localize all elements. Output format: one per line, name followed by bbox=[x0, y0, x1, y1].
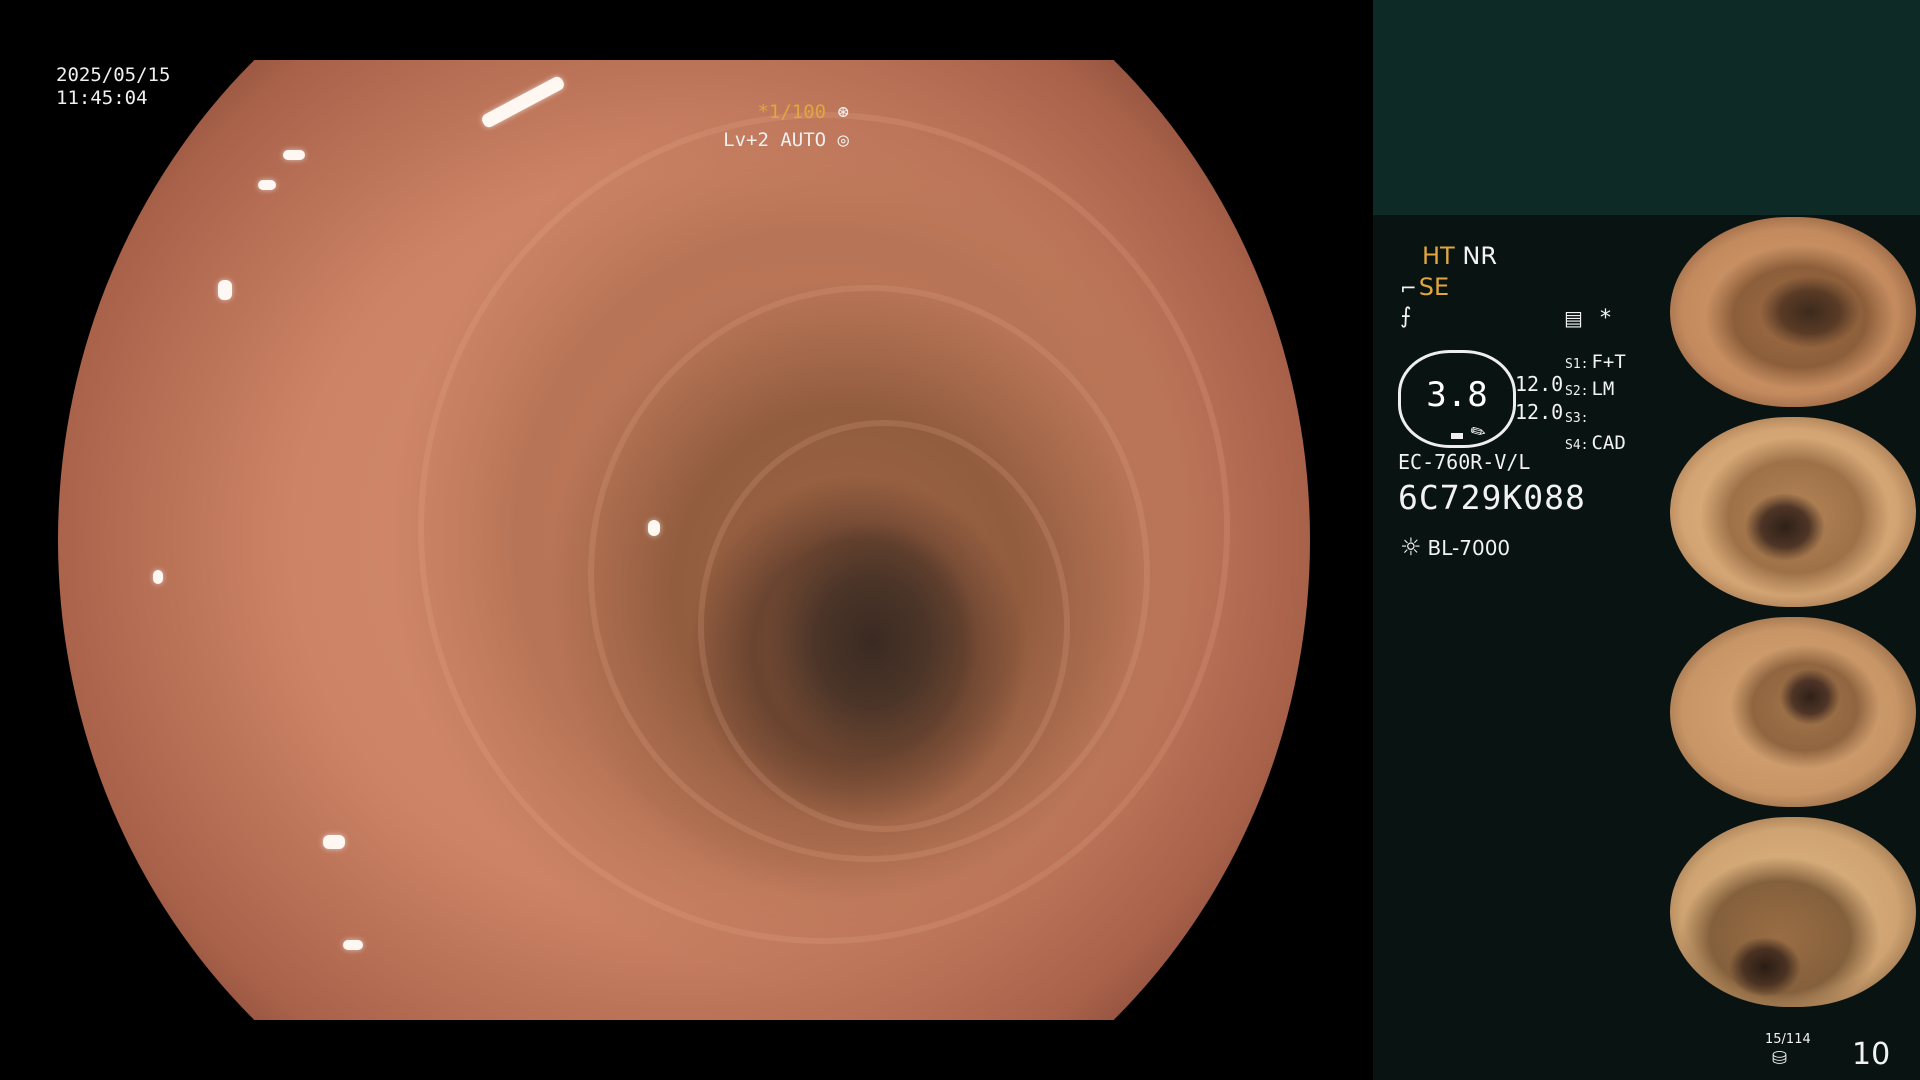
light-reflection bbox=[283, 150, 305, 160]
gauge-value: 3.8 bbox=[1426, 375, 1488, 415]
freeze-icon: ⨍ bbox=[1400, 304, 1412, 329]
light-reflection bbox=[479, 74, 567, 130]
thumbnail-image bbox=[1670, 817, 1916, 1007]
database-icon: ⛁ bbox=[1772, 1048, 1788, 1069]
thumbnail-4[interactable] bbox=[1670, 817, 1916, 1007]
light-reflection bbox=[153, 570, 163, 584]
s2-key: S2: bbox=[1565, 384, 1589, 399]
thumbnail-image bbox=[1670, 417, 1916, 607]
scope-serial: 6C729K088 bbox=[1398, 478, 1586, 517]
thumbnail-image bbox=[1670, 617, 1916, 807]
switch-settings: S1: F+T S2: LM S3: S4: CAD bbox=[1565, 350, 1626, 458]
s2-value: LM bbox=[1591, 378, 1615, 400]
thumbnail-2[interactable] bbox=[1670, 417, 1916, 607]
enhancement-status: HT NR bbox=[1422, 242, 1497, 270]
aperture-icon: ⊛ bbox=[837, 101, 849, 123]
s1-key: S1: bbox=[1565, 357, 1589, 372]
lamp-icon: ☼ bbox=[1400, 533, 1422, 561]
endoscope-main-view: 2025/05/15 11:45:04 *1/100 ⊛ Lv+2 AUTO ◎ bbox=[0, 0, 1373, 1080]
exposure-overlay: *1/100 ⊛ Lv+2 AUTO ◎ bbox=[723, 98, 849, 154]
s4-value: CAD bbox=[1591, 432, 1626, 454]
light-source-label: BL-7000 bbox=[1427, 536, 1511, 560]
zoom-gauge: 3.8 ✎ bbox=[1398, 350, 1516, 448]
s3-key: S3: bbox=[1565, 411, 1589, 426]
light-source: ☼ BL-7000 bbox=[1400, 533, 1510, 561]
light-reflection bbox=[343, 940, 363, 950]
time-text: 11:45:04 bbox=[56, 87, 148, 109]
setting-value-2: 12.0 bbox=[1515, 400, 1564, 424]
brightness-level: Lv+2 AUTO bbox=[723, 129, 827, 151]
nr-indicator: NR bbox=[1462, 242, 1497, 270]
thumbnail-1[interactable] bbox=[1670, 217, 1916, 407]
light-reflection bbox=[218, 280, 232, 300]
s1-value: F+T bbox=[1591, 351, 1626, 373]
gauge-marker bbox=[1451, 433, 1463, 439]
se-status: ⌐SE bbox=[1400, 273, 1449, 301]
fold-ring bbox=[698, 420, 1070, 832]
page-number: 10 bbox=[1852, 1037, 1891, 1072]
star-indicator: * bbox=[1600, 306, 1611, 331]
shutter-speed: *1/100 bbox=[757, 101, 827, 123]
setting-value-1: 12.0 bbox=[1515, 372, 1564, 396]
scope-model: EC-760R-V/L bbox=[1398, 450, 1531, 474]
light-reflection bbox=[323, 835, 345, 849]
ht-indicator: HT bbox=[1422, 242, 1455, 270]
thumbnail-3[interactable] bbox=[1670, 617, 1916, 807]
light-reflection bbox=[258, 180, 276, 190]
iris-icon: ◎ bbox=[837, 129, 849, 151]
endoscopic-image bbox=[58, 60, 1310, 1020]
pen-icon: ✎ bbox=[1466, 419, 1491, 446]
date-time-overlay: 2025/05/15 11:45:04 bbox=[56, 64, 170, 110]
light-reflection bbox=[648, 520, 660, 536]
structure-icon: ⌐ bbox=[1400, 276, 1417, 300]
info-panel-header-area bbox=[1373, 0, 1920, 215]
date-text: 2025/05/15 bbox=[56, 64, 171, 86]
image-count: 15/114 bbox=[1765, 1032, 1811, 1047]
structure-enhance-icon: ▤ bbox=[1564, 306, 1583, 330]
se-indicator: SE bbox=[1418, 273, 1450, 301]
thumbnail-image bbox=[1670, 217, 1916, 407]
s4-key: S4: bbox=[1565, 438, 1589, 453]
